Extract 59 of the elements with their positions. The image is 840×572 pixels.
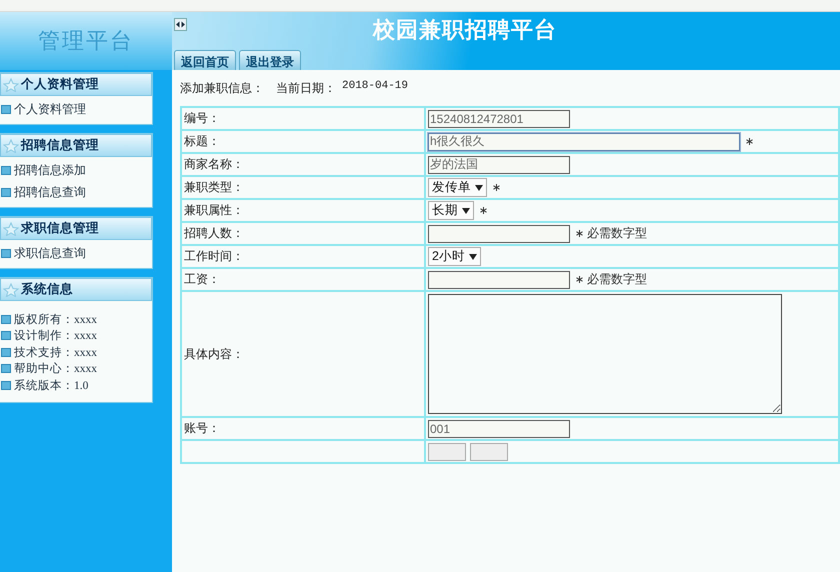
bullet-icon bbox=[1, 188, 11, 196]
info-text: 版权所有：xxxx bbox=[14, 312, 97, 327]
bullet-icon bbox=[1, 364, 11, 374]
logo-text: 管理平台 bbox=[38, 27, 134, 55]
input-field[interactable]: 15240812472801 bbox=[428, 110, 570, 128]
dropdown[interactable]: 发传单 bbox=[428, 178, 487, 197]
panel-title: 系统信息 bbox=[21, 281, 73, 298]
tab[interactable]: 返回首页 bbox=[174, 50, 236, 70]
info-text: 系统版本：1.0 bbox=[14, 378, 88, 393]
date-text: 2018-04-19 bbox=[342, 80, 408, 94]
input-field[interactable]: 岁的法国 bbox=[428, 156, 570, 174]
hint-text: 必需数字型 bbox=[587, 272, 647, 286]
field-label: 具体内容： bbox=[184, 346, 244, 360]
caret-icon bbox=[462, 208, 470, 214]
bullet-icon bbox=[1, 348, 11, 357]
dropdown[interactable]: 长期 bbox=[428, 201, 474, 220]
star-icon bbox=[3, 78, 19, 92]
info-text: 设计制作：xxxx bbox=[14, 328, 97, 344]
star-icon bbox=[3, 222, 19, 236]
panel-title: 招聘信息管理 bbox=[21, 137, 99, 154]
bullet-icon bbox=[1, 380, 11, 390]
field-label: 招聘人数： bbox=[184, 226, 244, 240]
tab[interactable]: 退出登录 bbox=[239, 50, 301, 70]
toggle-icon[interactable] bbox=[174, 18, 187, 30]
field-label: 工作时间： bbox=[184, 249, 244, 263]
menu-link[interactable]: 招聘信息添加 bbox=[14, 162, 86, 178]
field-label: 兼职类型： bbox=[184, 180, 244, 194]
dropdown[interactable]: 2小时 bbox=[428, 247, 481, 266]
input-field[interactable] bbox=[428, 224, 570, 242]
star-icon bbox=[3, 282, 19, 296]
field-label: 标题： bbox=[184, 134, 220, 148]
input-field[interactable]: h很久很久 bbox=[428, 132, 740, 150]
info-text: 帮助中心：xxxx bbox=[14, 361, 97, 376]
panel-title: 个人资料管理 bbox=[21, 76, 99, 93]
bullet-icon bbox=[1, 104, 11, 114]
caret-icon bbox=[475, 184, 483, 190]
star-icon bbox=[3, 138, 19, 152]
field-label: 工资： bbox=[184, 272, 220, 286]
input-field[interactable] bbox=[428, 270, 570, 288]
menu-link[interactable]: 个人资料管理 bbox=[14, 100, 86, 118]
field-label: 兼职属性： bbox=[184, 203, 244, 217]
caret-icon bbox=[468, 254, 477, 260]
field-label: 商家名称： bbox=[184, 157, 244, 171]
field-label: 编号： bbox=[184, 111, 220, 125]
menu-link[interactable]: 招聘信息查询 bbox=[14, 184, 86, 200]
bullet-icon bbox=[1, 248, 11, 258]
page-title: 校园兼职招聘平台 bbox=[373, 16, 557, 44]
hint-text: 必需数字型 bbox=[587, 226, 647, 240]
form-heading: 添加兼职信息： bbox=[180, 80, 264, 96]
bullet-icon bbox=[1, 166, 11, 174]
bullet-icon bbox=[1, 331, 11, 340]
input-field[interactable]: 001 bbox=[428, 420, 570, 438]
info-text: 技术支持：xxxx bbox=[14, 346, 97, 360]
field-label: 账号： bbox=[184, 421, 220, 435]
menu-link[interactable]: 求职信息查询 bbox=[14, 244, 86, 262]
date-label: 当前日期： bbox=[276, 80, 336, 96]
bullet-icon bbox=[1, 314, 11, 324]
panel-title: 求职信息管理 bbox=[21, 220, 99, 237]
text-area[interactable] bbox=[428, 294, 782, 414]
